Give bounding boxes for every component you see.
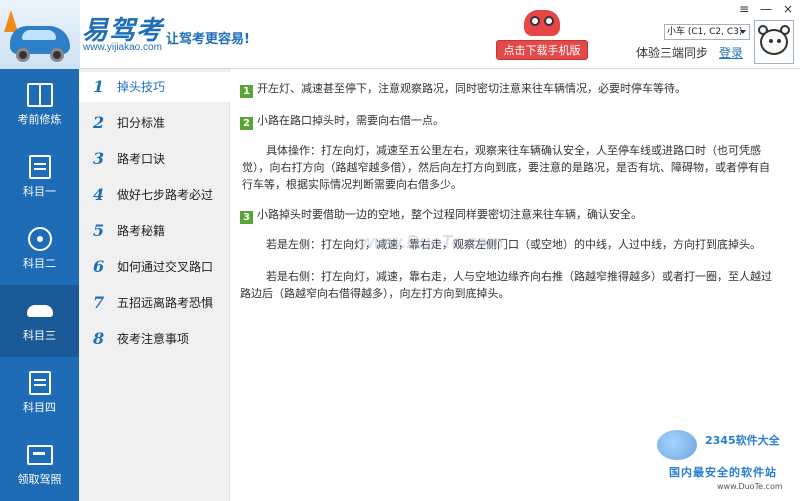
paragraph-4: 3 小路掉头时要借助一边的空地，整个过程同样要密切注意来往车辆，确认安全。 xyxy=(240,206,780,224)
window-controls: ≡ — × xyxy=(738,2,794,16)
sidebar-item-label: 科目一 xyxy=(23,185,56,198)
menu-icon[interactable]: ≡ xyxy=(738,2,750,16)
step-badge: 1 xyxy=(240,85,253,98)
topic-label: 夜考注意事项 xyxy=(117,332,190,346)
paragraph-text: 小路在路口掉头时，需要向右借一点。 xyxy=(257,114,444,127)
paragraph-5: 若是左侧：打左向灯，减速，靠右走，观察左侧门口（或空地）的中线，人过中线，方向打… xyxy=(266,238,761,251)
topic-list: 1 掉头技巧 2 扣分标准 3 路考口诀 4 做好七步路考必过 5 路考秘籍 6… xyxy=(79,69,230,501)
note-icon xyxy=(29,155,51,179)
topic-item-rhymes[interactable]: 3 路考口诀 xyxy=(79,144,230,174)
login-link[interactable]: 登录 xyxy=(719,44,743,61)
paragraph-6: 若是右侧：打左向灯，减速，靠右走，人与空地边缘齐向右推（路越窄推得越多）或者打一… xyxy=(240,270,772,300)
topic-item-deduction[interactable]: 2 扣分标准 xyxy=(79,108,230,138)
sidebar-item-subject-1[interactable]: 科目一 xyxy=(0,141,79,213)
steering-wheel-icon xyxy=(28,227,52,251)
vehicle-type-value: 小车 (C1, C2, C3) xyxy=(667,27,743,37)
brand-url: www.yijiakao.com xyxy=(83,42,162,53)
watermark-tagline: 国内最安全的软件站 xyxy=(669,466,777,479)
sidebar-item-pre-exam[interactable]: 考前修炼 xyxy=(0,69,79,141)
topic-label: 做好七步路考必过 xyxy=(117,188,214,202)
car-icon xyxy=(27,305,53,317)
watermark-corner: 2345软件大全 国内最安全的软件站 www.DuoTe.com xyxy=(657,430,800,501)
topic-number: 8 xyxy=(93,329,105,348)
mascot-car-icon xyxy=(520,6,564,40)
sidebar-item-subject-4[interactable]: 科目四 xyxy=(0,357,79,429)
sidebar-item-label: 科目二 xyxy=(23,257,56,270)
close-icon[interactable]: × xyxy=(782,2,794,16)
slogan: 让驾考更容易! xyxy=(166,32,250,47)
topic-number: 6 xyxy=(93,257,105,276)
sidebar-item-get-license[interactable]: 领取驾照 xyxy=(0,429,79,501)
main-sidebar: 考前修炼 科目一 科目二 科目三 科目四 领取驾照 xyxy=(0,69,79,501)
topic-number: 1 xyxy=(93,77,105,96)
note-icon xyxy=(29,371,51,395)
license-card-icon xyxy=(27,445,53,465)
topic-label: 如何通过交叉路口 xyxy=(117,260,214,274)
avatar[interactable] xyxy=(754,20,794,64)
watermark-center: www.DuoTe.com xyxy=(360,232,504,252)
topic-item-night-exam[interactable]: 8 夜考注意事项 xyxy=(79,324,230,354)
vehicle-type-select[interactable]: 小车 (C1, C2, C3) xyxy=(664,24,750,40)
topic-item-u-turn[interactable]: 1 掉头技巧 xyxy=(79,72,230,102)
step-badge: 2 xyxy=(240,117,253,130)
minimize-icon[interactable]: — xyxy=(760,2,772,16)
sidebar-item-label: 考前修炼 xyxy=(17,113,62,126)
sidebar-item-label: 科目三 xyxy=(23,329,56,342)
logo-car-icon xyxy=(0,0,80,69)
topic-label: 路考秘籍 xyxy=(117,224,166,238)
paragraph-1: 1 开左灯、减速甚至停下，注意观察路况，同时密切注意来往车辆情况，必要时停车等待。 xyxy=(240,80,780,98)
topic-label: 掉头技巧 xyxy=(117,80,166,94)
download-mobile-button[interactable]: 点击下载手机版 xyxy=(496,40,588,60)
paragraph-3: 具体操作：打左向灯，减速至五公里左右，观察来往车辆确认安全，人至停车线或进路口时… xyxy=(242,144,770,191)
topic-number: 2 xyxy=(93,113,105,132)
topic-label: 路考口诀 xyxy=(117,152,166,166)
topic-label: 五招远离路考恐惧 xyxy=(117,296,214,310)
topic-item-fear[interactable]: 7 五招远离路考恐惧 xyxy=(79,288,230,318)
topic-number: 4 xyxy=(93,185,105,204)
sidebar-item-label: 领取驾照 xyxy=(17,473,62,486)
sidebar-item-subject-3[interactable]: 科目三 xyxy=(0,285,79,357)
topic-item-secrets[interactable]: 5 路考秘籍 xyxy=(79,216,230,246)
topic-number: 5 xyxy=(93,221,105,240)
app-header: 易驾考 www.yijiakao.com 让驾考更容易! 点击下载手机版 ≡ —… xyxy=(0,0,800,69)
topic-label: 扣分标准 xyxy=(117,116,166,130)
paragraph-text: 开左灯、减速甚至停下，注意观察路况，同时密切注意来往车辆情况，必要时停车等待。 xyxy=(257,82,686,95)
chevron-down-icon xyxy=(740,30,746,34)
watermark-logo-icon xyxy=(657,430,697,460)
paragraph-2: 2 小路在路口掉头时，需要向右借一点。 xyxy=(240,112,780,130)
topic-item-seven-steps[interactable]: 4 做好七步路考必过 xyxy=(79,180,230,210)
topic-number: 3 xyxy=(93,149,105,168)
sidebar-item-subject-2[interactable]: 科目二 xyxy=(0,213,79,285)
sync-label: 体验三端同步 xyxy=(636,46,709,60)
watermark-title: 2345软件大全 xyxy=(705,434,780,447)
book-icon xyxy=(27,83,53,107)
watermark-url: www.DuoTe.com xyxy=(717,482,783,491)
topic-number: 7 xyxy=(93,293,105,312)
topic-item-intersection[interactable]: 6 如何通过交叉路口 xyxy=(79,252,230,282)
paragraph-text: 小路掉头时要借助一边的空地，整个过程同样要密切注意来往车辆，确认安全。 xyxy=(257,208,642,221)
step-badge: 3 xyxy=(240,211,253,224)
sidebar-item-label: 科目四 xyxy=(23,401,56,414)
